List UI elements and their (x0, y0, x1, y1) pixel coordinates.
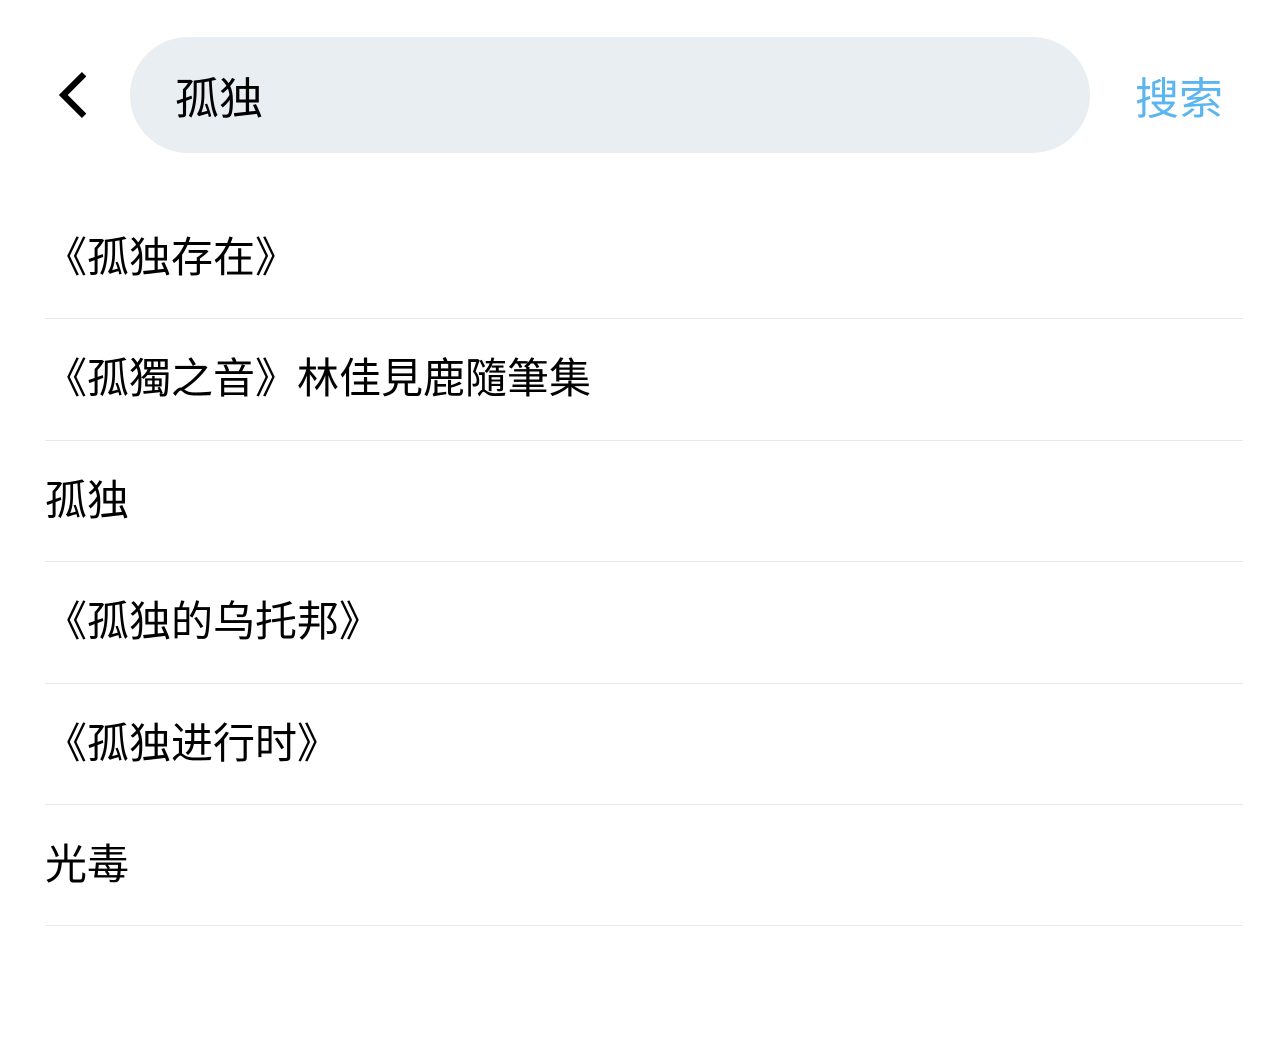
chevron-left-icon (56, 70, 90, 120)
search-result-item[interactable]: 孤独 (45, 441, 1243, 562)
search-submit-button[interactable]: 搜索 (1120, 63, 1243, 127)
search-input[interactable] (175, 70, 1045, 120)
search-results-list: 《孤独存在》 《孤獨之音》林佳見鹿隨筆集 孤独 《孤独的乌托邦》 《孤独进行时》… (0, 233, 1288, 926)
search-result-item[interactable]: 《孤独存在》 (45, 233, 1243, 319)
search-result-item[interactable]: 《孤独进行时》 (45, 684, 1243, 805)
back-button[interactable] (45, 68, 100, 123)
search-box[interactable] (130, 37, 1090, 153)
search-result-item[interactable]: 《孤獨之音》林佳見鹿隨筆集 (45, 319, 1243, 440)
search-result-item[interactable]: 《孤独的乌托邦》 (45, 562, 1243, 683)
search-header: 搜索 (0, 0, 1288, 153)
search-result-item[interactable]: 光毒 (45, 805, 1243, 926)
